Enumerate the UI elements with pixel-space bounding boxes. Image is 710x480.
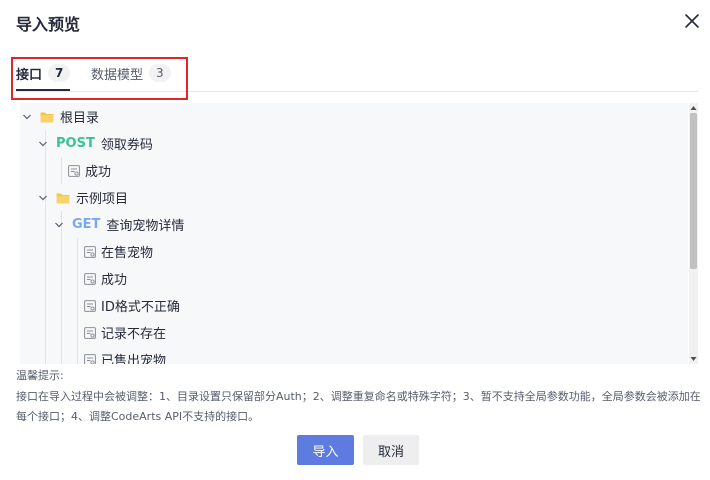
case-icon bbox=[68, 164, 80, 177]
chevron-down-icon[interactable] bbox=[36, 191, 50, 205]
dialog-title: 导入预览 bbox=[16, 15, 81, 34]
case-icon bbox=[84, 353, 96, 364]
folder-icon bbox=[40, 112, 54, 122]
tree-node-label: ID格式不正确 bbox=[101, 300, 180, 315]
scroll-down-icon[interactable] bbox=[689, 355, 698, 363]
tree-node-root[interactable]: 根目录 bbox=[20, 103, 99, 130]
import-preview-dialog: 导入预览 接口 7 数据模型 3 根目录 POST 领取券码 成功 示例项目 G… bbox=[0, 0, 710, 480]
tree-node-label: 查询宠物详情 bbox=[106, 219, 185, 234]
cancel-button[interactable]: 取消 bbox=[363, 435, 419, 465]
case-icon bbox=[84, 299, 96, 312]
tree-node-label: 已售出宠物 bbox=[101, 354, 167, 364]
case-icon bbox=[84, 245, 96, 258]
close-button[interactable] bbox=[682, 11, 702, 31]
tree-node-label: 领取券码 bbox=[100, 138, 153, 153]
tree-guide-line bbox=[61, 157, 62, 184]
close-icon bbox=[685, 14, 699, 28]
case-icon bbox=[84, 272, 96, 285]
tree-node-label: 在售宠物 bbox=[101, 246, 154, 261]
http-method-badge: POST bbox=[56, 136, 95, 151]
tree-node-case[interactable]: ID格式不正确 bbox=[84, 292, 180, 319]
scrollbar-thumb[interactable] bbox=[690, 113, 697, 269]
chevron-down-icon[interactable] bbox=[36, 137, 50, 151]
chevron-down-icon[interactable] bbox=[20, 110, 34, 124]
tree-node-label: 示例项目 bbox=[76, 192, 129, 207]
tree-node-get-api[interactable]: GET 查询宠物详情 bbox=[52, 211, 184, 238]
tree-node-case[interactable]: 成功 bbox=[84, 265, 127, 292]
tree-node-case[interactable]: 成功 bbox=[68, 157, 111, 184]
tabs-highlight-box bbox=[11, 57, 188, 100]
scroll-up-icon[interactable] bbox=[689, 104, 698, 112]
tree-node-label: 根目录 bbox=[60, 111, 100, 126]
tree-node-post-api[interactable]: POST 领取券码 bbox=[36, 130, 153, 157]
tree-guide-line bbox=[77, 238, 78, 364]
tips-title: 温馨提示: bbox=[16, 369, 64, 382]
tips-body: 接口在导入过程中会被调整：1、目录设置只保留部分Auth；2、调整重复命名或特殊… bbox=[16, 390, 701, 423]
tree-view: 根目录 POST 领取券码 成功 示例项目 GET 查询宠物详情 在售宠物 成功… bbox=[20, 103, 688, 364]
tree-node-label: 成功 bbox=[85, 165, 112, 180]
tree-node-folder-example[interactable]: 示例项目 bbox=[36, 184, 128, 211]
tree-node-case[interactable]: 在售宠物 bbox=[84, 238, 153, 265]
tree-node-label: 记录不存在 bbox=[101, 327, 167, 342]
tree-guide-line bbox=[45, 130, 46, 364]
chevron-down-icon[interactable] bbox=[52, 218, 66, 232]
case-icon bbox=[84, 326, 96, 339]
import-button[interactable]: 导入 bbox=[297, 435, 354, 465]
folder-icon bbox=[56, 193, 70, 203]
tree-node-case[interactable]: 已售出宠物 bbox=[84, 346, 166, 364]
tree-node-label: 成功 bbox=[101, 273, 128, 288]
tree-scrollbar[interactable] bbox=[689, 103, 698, 364]
tree-node-case[interactable]: 记录不存在 bbox=[84, 319, 166, 346]
http-method-badge: GET bbox=[72, 217, 101, 232]
